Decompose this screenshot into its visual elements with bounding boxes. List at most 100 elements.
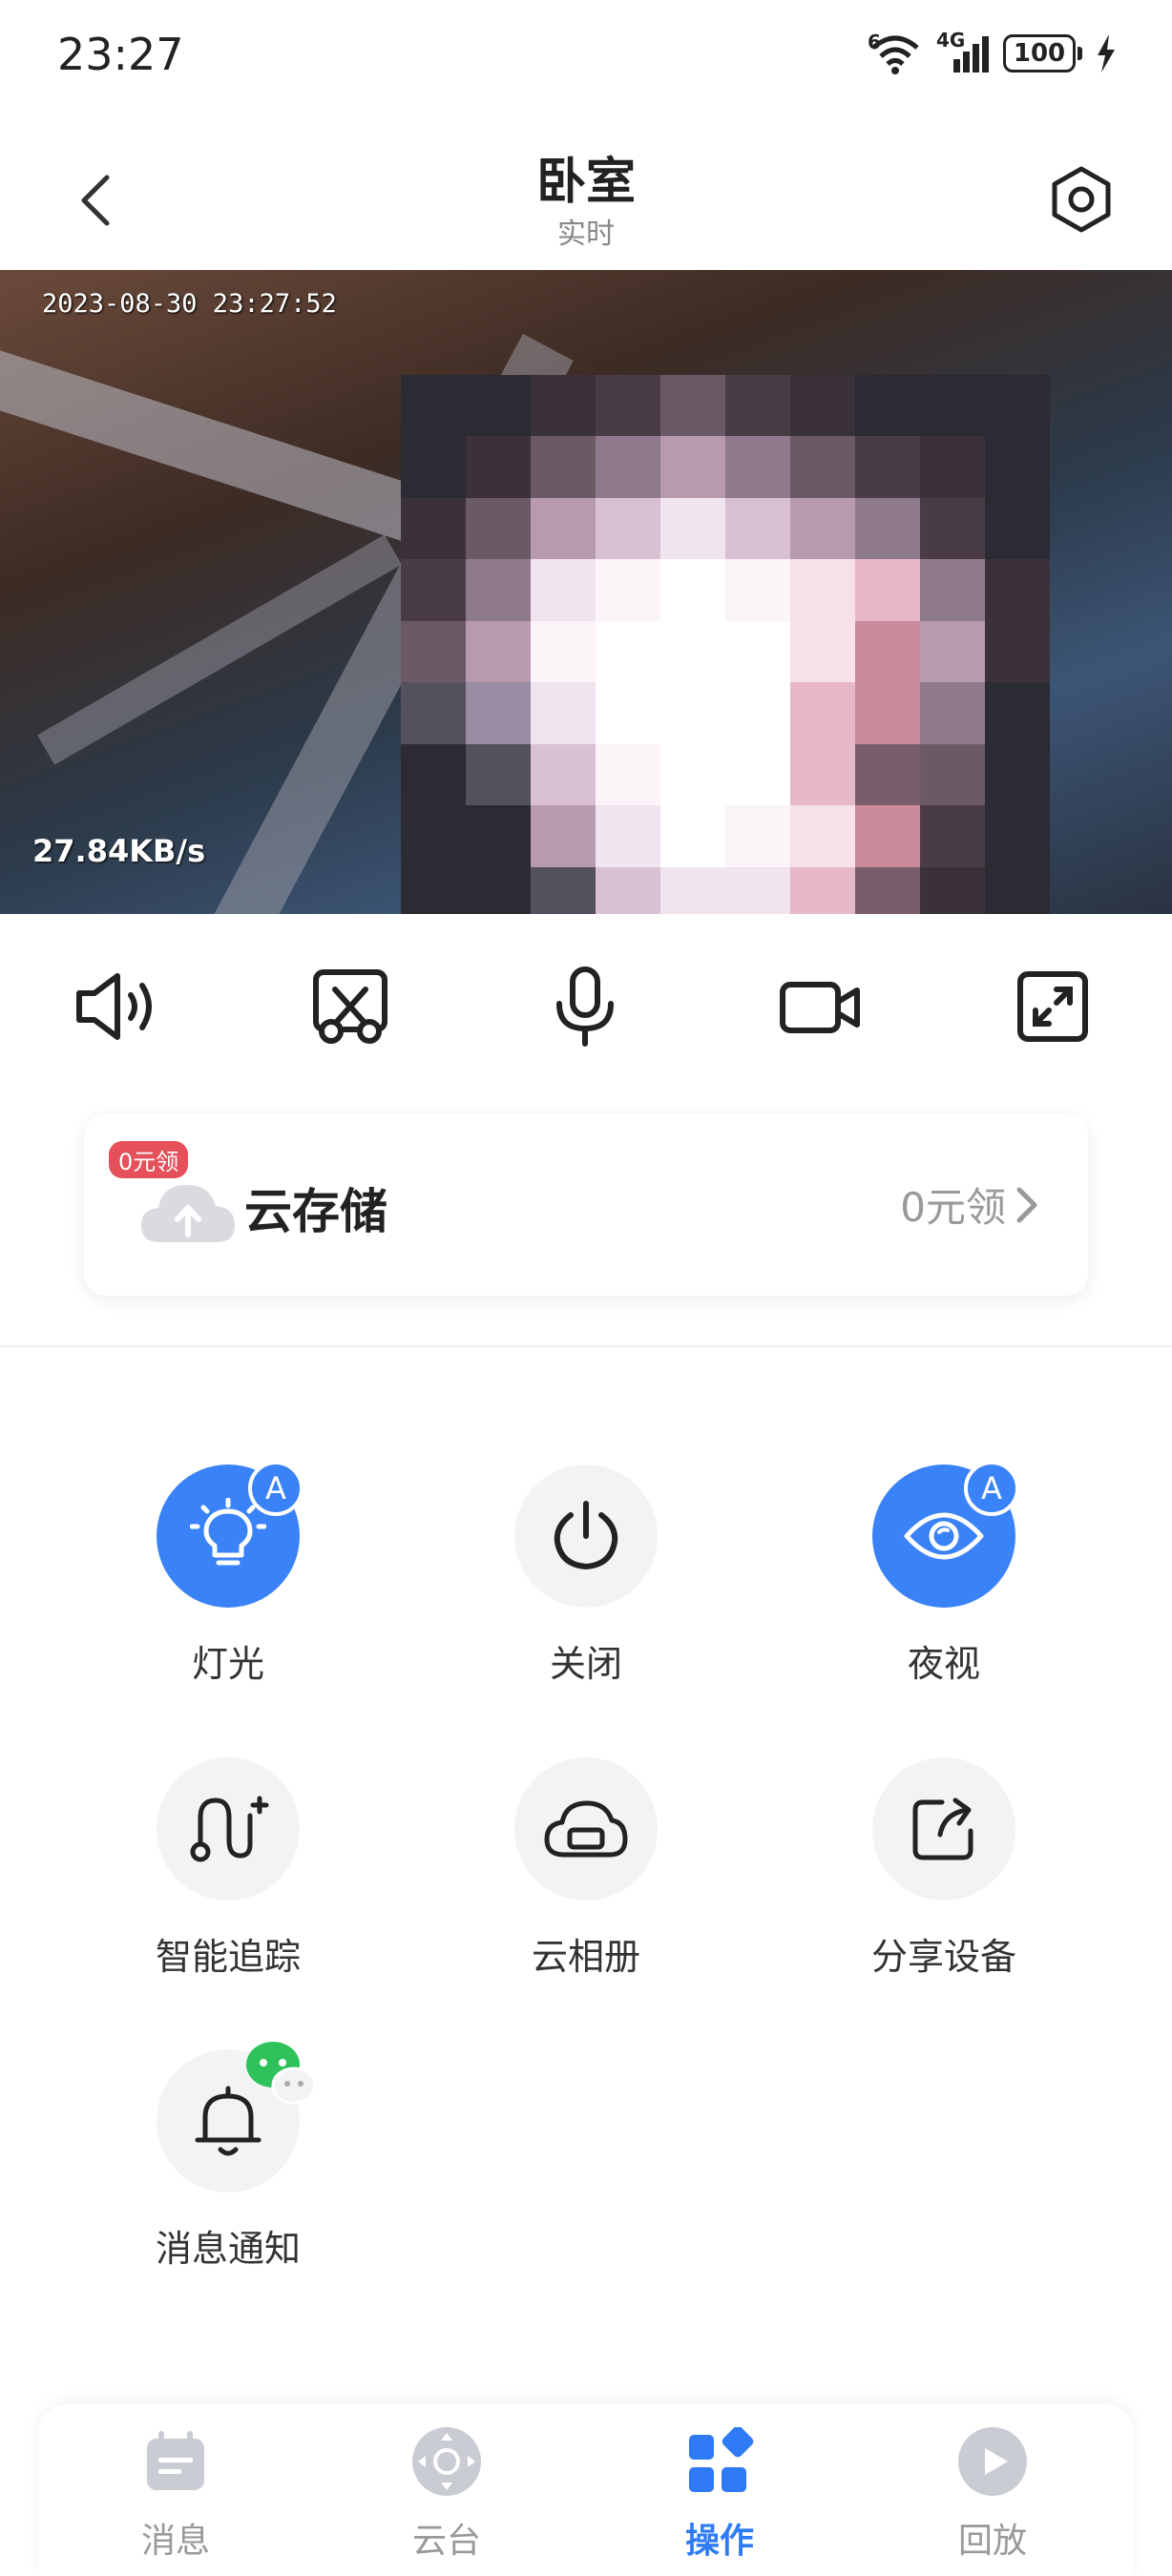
mosaic-cell — [920, 866, 985, 914]
mosaic-cell — [790, 559, 855, 621]
share-icon — [912, 1797, 973, 1860]
wechat-icon — [246, 2042, 317, 2105]
mosaic-cell — [660, 682, 725, 744]
charging-icon — [1098, 34, 1115, 73]
settings-button[interactable] — [1038, 156, 1124, 242]
light-icon — [190, 1498, 266, 1566]
mosaic-cell — [855, 620, 920, 683]
mosaic-cell — [855, 559, 920, 621]
feature-light[interactable]: A 灯光 — [85, 1461, 371, 1687]
bottom-tab-bar: 消息 云台 操作 回放 — [38, 2404, 1134, 2576]
mosaic-cell — [596, 682, 660, 744]
mosaic-cell — [401, 497, 466, 560]
tab-playback[interactable]: 回放 — [907, 2423, 1078, 2563]
mosaic-cell — [985, 375, 1050, 437]
mosaic-cell — [660, 866, 725, 914]
cellular-icon: 4G — [936, 29, 990, 74]
mosaic-cell — [596, 436, 660, 498]
feature-notifications[interactable]: 消息通知 — [85, 2042, 371, 2272]
power-button[interactable] — [514, 1465, 658, 1608]
mosaic-cell — [725, 805, 790, 867]
tracking-button[interactable] — [157, 1757, 300, 1901]
pixelated-face — [401, 375, 1050, 914]
speaker-button[interactable] — [63, 954, 168, 1059]
mosaic-cell — [401, 436, 466, 498]
microphone-icon — [556, 966, 614, 1047]
page-subtitle: 实时 — [557, 218, 615, 251]
share-button[interactable] — [872, 1757, 1015, 1901]
mosaic-cell — [401, 682, 466, 744]
mosaic-cell — [920, 436, 985, 498]
mosaic-cell — [531, 497, 596, 560]
video-controls — [0, 945, 1172, 1088]
live-video[interactable]: 2023-08-30 23:27:52 27.84KB/s — [0, 270, 1172, 914]
feature-power[interactable]: 关闭 — [443, 1465, 729, 1687]
cloud-storage-card[interactable]: 0元领 云存储 0元领 — [84, 1114, 1088, 1296]
mosaic-cell — [466, 682, 531, 744]
tracking-icon — [190, 1796, 269, 1862]
night-vision-button[interactable]: A — [872, 1461, 1019, 1608]
microphone-button[interactable] — [533, 954, 638, 1059]
mosaic-cell — [596, 620, 660, 683]
speaker-icon — [76, 973, 152, 1040]
mosaic-cell — [725, 743, 790, 806]
tab-messages[interactable]: 消息 — [90, 2423, 262, 2563]
mosaic-cell — [790, 436, 855, 498]
mosaic-cell — [596, 743, 660, 806]
mosaic-cell — [401, 375, 466, 437]
mosaic-cell — [531, 620, 596, 683]
feature-tracking[interactable]: 智能追踪 — [85, 1757, 371, 1980]
tab-label: 操作 — [684, 2522, 754, 2561]
notifications-button[interactable] — [157, 2042, 317, 2192]
mosaic-cell — [660, 559, 725, 621]
video-bitrate: 27.84KB/s — [32, 833, 206, 869]
mosaic-cell — [725, 866, 790, 914]
mosaic-cell — [855, 436, 920, 498]
mosaic-cell — [725, 682, 790, 744]
mosaic-cell — [985, 805, 1050, 867]
mosaic-cell — [466, 436, 531, 498]
night-vision-auto-badge: A — [964, 1461, 1019, 1516]
screenshot-button[interactable] — [298, 954, 403, 1059]
tab-label: 消息 — [140, 2522, 210, 2561]
wifi-label: 6 — [868, 31, 881, 53]
mosaic-cell — [531, 743, 596, 806]
mosaic-cell — [660, 497, 725, 560]
tab-operate[interactable]: 操作 — [634, 2423, 806, 2563]
feature-night-vision[interactable]: A 夜视 — [801, 1461, 1087, 1687]
status-bar: 23:27 6 4G 100 — [0, 0, 1172, 114]
cloud-storage-action[interactable]: 0元领 — [900, 1175, 1038, 1234]
feature-share[interactable]: 分享设备 — [801, 1757, 1087, 1980]
mosaic-cell — [401, 620, 466, 683]
mosaic-cell — [596, 559, 660, 621]
tab-label: 云台 — [411, 2522, 481, 2561]
mosaic-cell — [660, 620, 725, 683]
mosaic-cell — [401, 805, 466, 867]
cloud-action-label: 0元领 — [900, 1184, 1006, 1231]
power-icon — [554, 1501, 618, 1570]
battery-level: 100 — [1003, 34, 1076, 73]
mosaic-cell — [660, 436, 725, 498]
mosaic-cell — [855, 805, 920, 867]
mosaic-cell — [466, 497, 531, 560]
mosaic-cell — [725, 436, 790, 498]
playback-icon — [958, 2427, 1027, 2496]
page-title: 卧室 — [535, 154, 636, 211]
feature-label: 夜视 — [907, 1643, 980, 1685]
feature-cloud-album[interactable]: 云相册 — [443, 1757, 729, 1980]
record-button[interactable] — [767, 954, 872, 1059]
mosaic-cell — [531, 375, 596, 437]
mosaic-cell — [790, 866, 855, 914]
video-timestamp: 2023-08-30 23:27:52 — [42, 289, 337, 319]
mosaic-cell — [790, 743, 855, 806]
mosaic-cell — [985, 743, 1050, 806]
mosaic-cell — [660, 805, 725, 867]
tab-ptz[interactable]: 云台 — [361, 2423, 533, 2563]
mosaic-cell — [531, 866, 596, 914]
light-button[interactable]: A — [157, 1461, 303, 1608]
fullscreen-button[interactable] — [1000, 954, 1105, 1059]
cloud-album-button[interactable] — [514, 1757, 658, 1901]
mosaic-cell — [920, 559, 985, 621]
mosaic-cell — [466, 559, 531, 621]
mosaic-cell — [596, 805, 660, 867]
